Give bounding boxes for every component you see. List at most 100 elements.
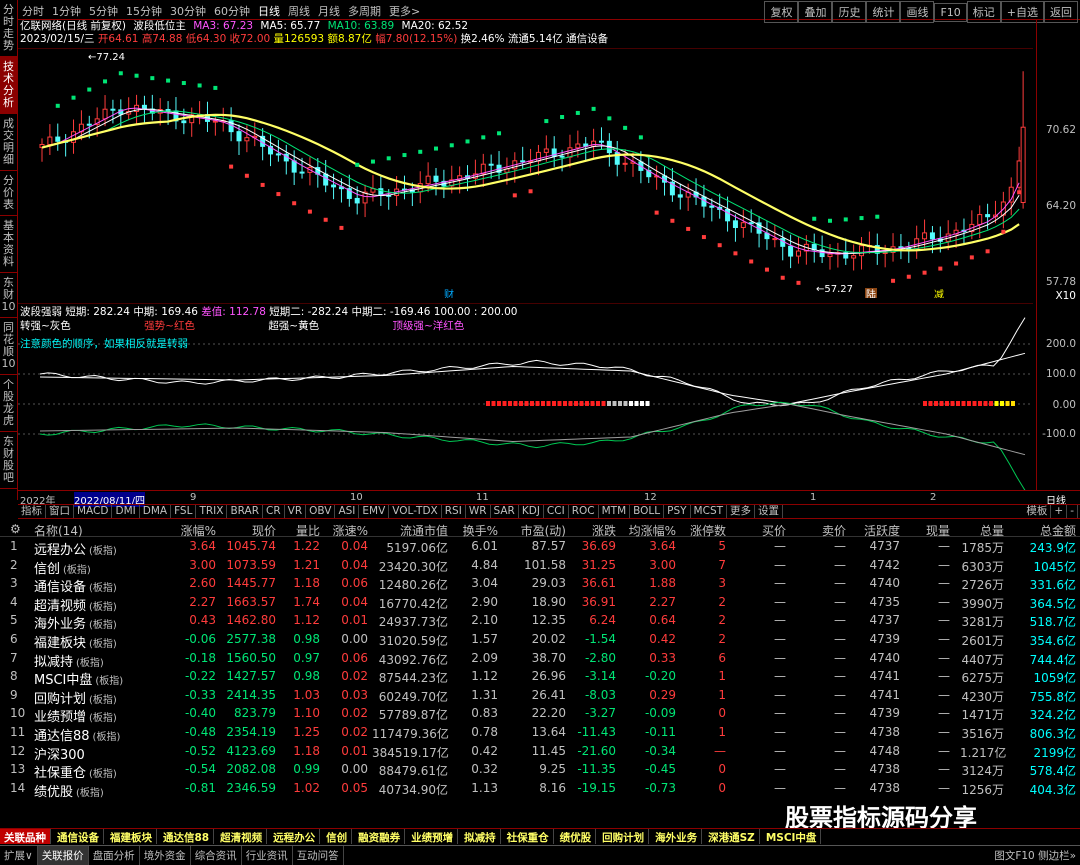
indicator-tab[interactable]: 设置	[755, 505, 784, 518]
indicator-tab[interactable]: VR	[285, 505, 307, 518]
related-tab[interactable]: 绩优股	[556, 829, 597, 844]
period-tab[interactable]: 月线	[314, 0, 344, 22]
indicator-tab[interactable]: MTM	[599, 505, 631, 518]
period-tab[interactable]: 1分钟	[48, 0, 85, 22]
indicator-tab[interactable]: DMA	[140, 505, 172, 518]
left-tab[interactable]: 技术分析	[0, 57, 17, 114]
indicator-tab[interactable]: 更多	[727, 505, 756, 518]
table-row[interactable]: 12 沪深300 -0.52 4123.69 1.18 0.01 384519.17亿 0.4…	[0, 742, 1080, 763]
table-row[interactable]: 1 远程办公 (板指) 3.64 1045.74 1.22 0.04 5197.06亿 6.01…	[0, 537, 1080, 558]
related-tab[interactable]: 业绩预增	[407, 829, 459, 844]
period-tab[interactable]: 30分钟	[166, 0, 210, 22]
main-indicator-name[interactable]: 波段低位主	[133, 20, 186, 32]
zoom-label[interactable]: X10	[1055, 290, 1076, 302]
related-tab[interactable]: 融资融券	[354, 829, 406, 844]
indicator-tab[interactable]: BRAR	[227, 505, 263, 518]
related-tab[interactable]: 深港通SZ	[704, 829, 760, 844]
related-tab[interactable]: 社保重仓	[503, 829, 554, 844]
indicator-tab[interactable]: EMV	[359, 505, 390, 518]
status-tab[interactable]: 互动问答	[293, 846, 344, 865]
indicator-tab[interactable]: DMI	[112, 505, 140, 518]
period-tab[interactable]: 多周期	[344, 0, 385, 22]
period-tab[interactable]: 60分钟	[210, 0, 254, 22]
indicator-tab-control[interactable]: +	[1051, 505, 1068, 518]
related-tab[interactable]: 回购计划	[598, 829, 650, 844]
indicator-tab[interactable]: OBV	[306, 505, 336, 518]
related-tab[interactable]: 海外业务	[651, 829, 703, 844]
related-tab[interactable]: 拟减持	[460, 829, 501, 844]
related-tab[interactable]: 通达信88	[159, 829, 215, 844]
period-tab[interactable]: 周线	[284, 0, 314, 22]
open-value: 开64.61	[97, 33, 139, 45]
table-row[interactable]: 4 超清视频 (板指) 2.27 1663.57 1.74 0.04 16770.42亿 2.9…	[0, 593, 1080, 614]
table-row[interactable]: 14 绩优股 (板指) -0.81 2346.59 1.02 0.05 40734.90亿 1.…	[0, 779, 1080, 800]
related-tab[interactable]: 远程办公	[269, 829, 321, 844]
left-tab[interactable]: 基本资料	[0, 216, 17, 273]
turnover: 0.78	[471, 724, 498, 739]
left-tab[interactable]: 分时走势	[0, 0, 17, 57]
table-row[interactable]: 5 海外业务 (板指) 0.43 1462.80 1.12 0.01 24937.73亿 2.1…	[0, 611, 1080, 632]
left-tab[interactable]: 同花顺10	[0, 318, 17, 375]
stock-name[interactable]: 绩优股 (板指)	[34, 781, 104, 800]
indicator-tab[interactable]: MACD	[74, 505, 113, 518]
strength-chart[interactable]	[18, 303, 1036, 490]
period-tab[interactable]: 15分钟	[122, 0, 166, 22]
period-tab[interactable]: 分时	[18, 0, 48, 22]
indicator-tab[interactable]: CCI	[544, 505, 569, 518]
indicator-tab[interactable]: ASI	[335, 505, 360, 518]
limit-up-count: 0	[718, 762, 726, 777]
indicator-tab[interactable]: KDJ	[519, 505, 544, 518]
indicator-tab[interactable]: TRIX	[196, 505, 228, 518]
related-tab[interactable]: MSCI中盘	[762, 829, 822, 844]
indicator-tab[interactable]: PSY	[664, 505, 691, 518]
period-tab[interactable]: 更多>	[385, 0, 424, 22]
price-chart[interactable]: ←77.24 ←57.27 财 陆 减	[18, 48, 1036, 298]
sidebar-toggle[interactable]: 图文F10 侧边栏»	[994, 848, 1076, 863]
table-row[interactable]: 7 拟减持 (板指) -0.18 1560.50 0.97 0.06 43092.76亿 2.0…	[0, 649, 1080, 670]
left-tab[interactable]: 东财股吧	[0, 432, 17, 489]
left-tab[interactable]: 东财10	[0, 273, 17, 318]
related-tab[interactable]: 信创	[322, 829, 353, 844]
related-tab[interactable]: 关联品种	[0, 829, 51, 844]
related-tab[interactable]: 福建板块	[106, 829, 157, 844]
indicator-tab[interactable]: CR	[263, 505, 285, 518]
indicator-tab[interactable]: RSI	[442, 505, 466, 518]
ask: —	[834, 576, 846, 591]
indicator-tab[interactable]: VOL-TDX	[389, 505, 442, 518]
indicator-tab[interactable]: ROC	[569, 505, 599, 518]
table-row[interactable]: 11 通达信88 (板指) -0.48 2354.19 1.25 0.02 117479.36…	[0, 723, 1080, 744]
table-row[interactable]: 3 通信设备 (板指) 2.60 1445.77 1.18 0.06 12480.26亿 3.0…	[0, 574, 1080, 595]
turnover-value: 换2.46%	[460, 33, 505, 45]
indicator-tab[interactable]: 窗口	[46, 505, 74, 518]
candle-body	[851, 255, 857, 259]
status-tab[interactable]: 境外资金	[140, 846, 191, 865]
indicator-tab-control[interactable]: 模板	[1023, 505, 1052, 518]
left-tab[interactable]: 个股龙虎	[0, 375, 17, 432]
table-row[interactable]: 10 业绩预增 (板指) -0.40 823.79 1.10 0.02 57789.87亿 0.…	[0, 704, 1080, 725]
indicator-tab[interactable]: 指标	[18, 505, 46, 518]
related-tab[interactable]: 超清视频	[216, 829, 268, 844]
table-row[interactable]: 8 MSCI中盘 (板指) -0.22 1427.57 0.98 0.02 87544.23亿…	[0, 667, 1080, 688]
indicator-tab[interactable]: BOLL	[630, 505, 665, 518]
table-row[interactable]: 6 福建板块 (板指) -0.06 2577.38 0.98 0.00 31020.59亿 1.…	[0, 630, 1080, 651]
indicator-tab[interactable]: FSL	[171, 505, 197, 518]
related-tab[interactable]: 通信设备	[53, 829, 104, 844]
status-tab[interactable]: 关联报价	[37, 846, 89, 865]
column-header[interactable]: ⚙	[10, 522, 24, 536]
period-tab[interactable]: 5分钟	[85, 0, 122, 22]
indicator-tab[interactable]: SAR	[491, 505, 519, 518]
table-row[interactable]: 13 社保重仓 (板指) -0.54 2082.08 0.99 0.00 88479.61亿 0…	[0, 760, 1080, 781]
pe: 20.02	[531, 631, 566, 646]
status-tab[interactable]: 扩展∨	[0, 846, 38, 865]
status-tab[interactable]: 行业资讯	[242, 846, 293, 865]
indicator-tab[interactable]: WR	[466, 505, 491, 518]
table-row[interactable]: 9 回购计划 (板指) -0.33 2414.35 1.03 0.03 60249.70亿 1.…	[0, 686, 1080, 707]
indicator-tab[interactable]: MCST	[691, 505, 728, 518]
status-tab[interactable]: 盘面分析	[89, 846, 140, 865]
table-row[interactable]: 2 信创 (板指) 3.00 1073.59 1.21 0.04 23420.30亿 4.84 1…	[0, 556, 1080, 577]
status-tab[interactable]: 综合资讯	[191, 846, 242, 865]
left-tab[interactable]: 成交明细	[0, 114, 17, 171]
period-tab[interactable]: 日线	[254, 0, 284, 22]
left-tab[interactable]: 分价表	[0, 171, 17, 216]
indicator-tab-control[interactable]: -	[1067, 505, 1078, 518]
